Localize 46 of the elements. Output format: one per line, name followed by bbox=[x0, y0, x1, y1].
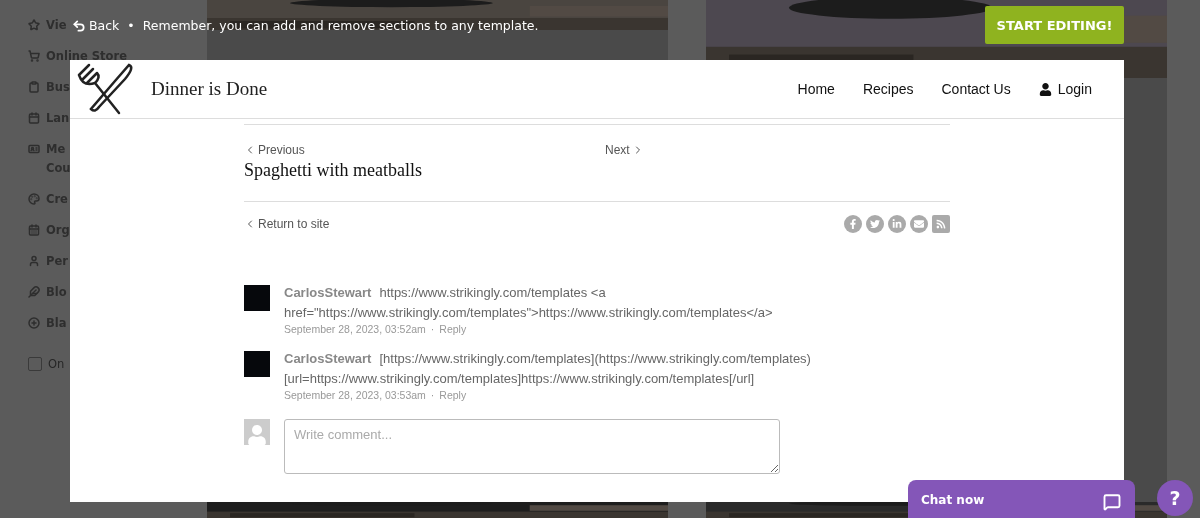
clipboard-icon bbox=[28, 81, 40, 93]
palette-icon bbox=[28, 193, 40, 205]
feather-icon bbox=[28, 286, 40, 298]
dot-separator: · bbox=[430, 323, 435, 335]
comment-field[interactable]: Write comment... bbox=[284, 419, 780, 474]
avatar bbox=[244, 351, 270, 377]
previous-link[interactable]: Previous bbox=[244, 143, 605, 157]
bullet: • bbox=[127, 18, 135, 33]
site-title: Dinner is Done bbox=[151, 78, 269, 100]
email-icon[interactable] bbox=[910, 215, 928, 233]
person-icon bbox=[28, 255, 40, 267]
back-link[interactable]: Back bbox=[72, 18, 120, 33]
plus-circle-icon bbox=[28, 317, 40, 329]
checkbox[interactable] bbox=[28, 357, 42, 371]
comment-text: CarlosStewart https://www.strikingly.com/templates <a href="https://www.strikingly.com/templates">https://www.strikingly.com/templates</a> bbox=[284, 284, 774, 322]
return-link[interactable]: Return to site bbox=[244, 217, 330, 231]
hint-message: Remember, you can add and remove sections to any template. bbox=[142, 18, 539, 33]
help-button[interactable]: ? bbox=[1157, 480, 1193, 516]
comment-date: September 28, 2023, 03:52am bbox=[284, 323, 426, 335]
reply-link[interactable]: Reply bbox=[439, 389, 467, 401]
nav-link[interactable]: Contact Us bbox=[941, 81, 1011, 97]
avatar-placeholder-icon bbox=[244, 419, 270, 445]
user-icon bbox=[1038, 82, 1052, 96]
next-link[interactable]: Next bbox=[605, 143, 644, 157]
star-icon bbox=[28, 19, 40, 31]
chat-button[interactable]: Chat now bbox=[908, 480, 1135, 518]
nav-link[interactable]: Recipes bbox=[862, 81, 914, 97]
back-arrow-icon bbox=[72, 18, 86, 33]
avatar bbox=[244, 285, 270, 311]
calendar-icon bbox=[28, 224, 40, 236]
nav-link[interactable]: Login bbox=[1038, 81, 1092, 97]
reply-link[interactable]: Reply bbox=[439, 323, 467, 335]
rss-icon[interactable] bbox=[932, 215, 950, 233]
dot-separator: · bbox=[430, 389, 435, 401]
id-card-icon bbox=[28, 143, 40, 155]
speech-bubble-icon bbox=[1103, 493, 1121, 511]
twitter-icon[interactable] bbox=[866, 215, 884, 233]
start-editing-button[interactable]: START EDITING! bbox=[985, 6, 1124, 44]
nav-link[interactable]: Home bbox=[797, 81, 835, 97]
comment-date: September 28, 2023, 03:53am bbox=[284, 389, 426, 401]
comment-text: CarlosStewart [https://www.strikingly.com/templates](https://www.strikingly.com/templates) [url=https://www.strikingly.com/templates]https://www.strikingly.com/templates[/url] bbox=[284, 350, 812, 388]
post-title: Spaghetti with meatballs bbox=[244, 160, 423, 181]
calendar-icon bbox=[28, 112, 40, 124]
cart-icon bbox=[28, 50, 40, 62]
linkedin-icon[interactable] bbox=[888, 215, 906, 233]
facebook-icon[interactable] bbox=[844, 215, 862, 233]
